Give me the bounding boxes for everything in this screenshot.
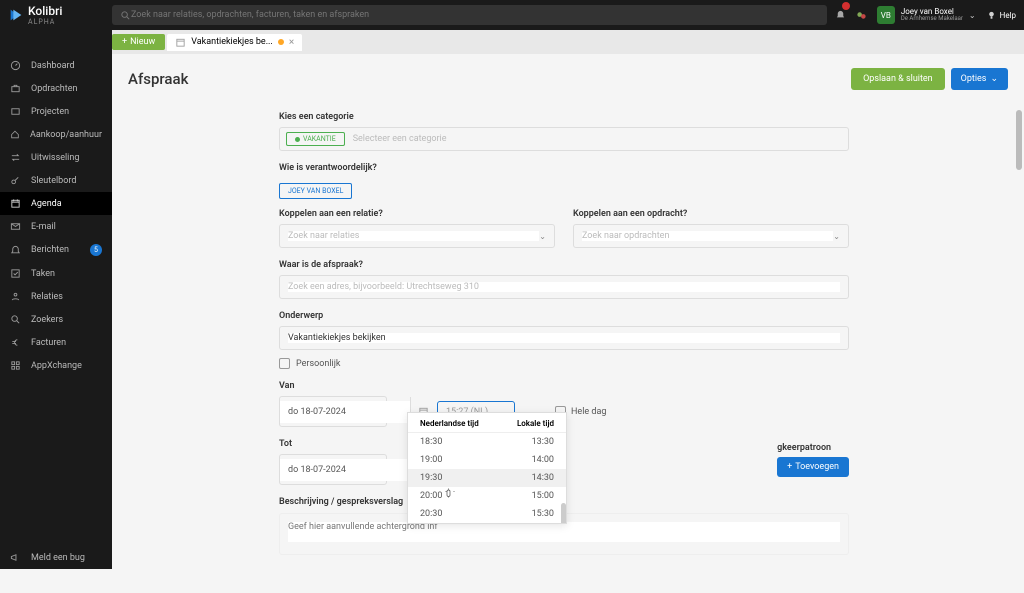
mail-icon bbox=[10, 221, 21, 232]
relatie-input[interactable]: ⌄ bbox=[279, 224, 555, 248]
swap-icon bbox=[10, 152, 21, 163]
close-icon[interactable]: × bbox=[289, 37, 294, 48]
time-option[interactable]: 19:3014:30 bbox=[408, 469, 566, 487]
tab-bar: +Nieuw Vakantiekiekjes be... × bbox=[0, 30, 1024, 54]
unsaved-indicator-icon bbox=[278, 39, 284, 45]
help-link[interactable]: Help bbox=[986, 10, 1016, 21]
where-label: Waar is de afspraak? bbox=[279, 260, 849, 270]
new-tab-button[interactable]: +Nieuw bbox=[112, 34, 165, 50]
chevron-down-icon: ⌄ bbox=[990, 74, 998, 84]
megaphone-icon bbox=[10, 552, 21, 563]
van-label: Van bbox=[279, 381, 849, 391]
notif-badge bbox=[842, 2, 850, 10]
nav-zoekers[interactable]: Zoekers bbox=[0, 308, 112, 331]
notifications-button[interactable] bbox=[835, 6, 846, 25]
chat-icon[interactable] bbox=[856, 10, 867, 21]
global-search[interactable] bbox=[112, 5, 827, 25]
nav-facturen[interactable]: Facturen bbox=[0, 331, 112, 354]
search-icon bbox=[120, 10, 131, 21]
search-input[interactable] bbox=[131, 10, 819, 20]
tot-date-input[interactable] bbox=[279, 454, 387, 485]
nav-dashboard[interactable]: Dashboard bbox=[0, 54, 112, 77]
nav-email[interactable]: E-mail bbox=[0, 215, 112, 238]
grid-icon bbox=[10, 360, 21, 371]
category-placeholder: Selecteer een categorie bbox=[353, 134, 447, 144]
dot-icon bbox=[295, 137, 300, 142]
time-option[interactable]: 20:3015:30 bbox=[408, 505, 566, 523]
folder-icon bbox=[10, 106, 21, 117]
where-input[interactable] bbox=[279, 275, 849, 299]
nav-relaties[interactable]: Relaties bbox=[0, 285, 112, 308]
gauge-icon bbox=[10, 60, 21, 71]
category-label: Kies een categorie bbox=[279, 112, 849, 122]
category-input[interactable]: VAKANTIE Selecteer een categorie bbox=[279, 127, 849, 151]
calendar-icon bbox=[10, 198, 21, 209]
nav-uitwisseling[interactable]: Uitwisseling bbox=[0, 146, 112, 169]
subject-label: Onderwerp bbox=[279, 311, 849, 321]
time-option[interactable]: 18:3013:30 bbox=[408, 433, 566, 451]
header-right: VB Joey van Boxel De Arnhemse Makelaar ⌄… bbox=[835, 6, 1016, 25]
bell-icon bbox=[835, 10, 846, 21]
user-subtitle: De Arnhemse Makelaar bbox=[901, 16, 963, 22]
bell-icon bbox=[10, 245, 21, 256]
nav-report-bug[interactable]: Meld een bug bbox=[0, 546, 112, 569]
relatie-label: Koppelen aan een relatie? bbox=[279, 209, 555, 219]
dd-col1-header: Nederlandse tijd bbox=[420, 419, 479, 428]
logo[interactable]: Kolibri ALPHA bbox=[8, 4, 112, 26]
calendar-icon bbox=[175, 37, 186, 48]
nav-aankoop[interactable]: Aankoop/aanhuur bbox=[0, 123, 112, 146]
main-content: Afspraak Opslaan & sluiten Opties⌄ Kies … bbox=[112, 54, 1024, 593]
time-option[interactable]: 20:0015:00 bbox=[408, 487, 566, 505]
nav-projecten[interactable]: Projecten bbox=[0, 100, 112, 123]
time-dropdown: Nederlandse tijd Lokale tijd 18:3013:30 … bbox=[407, 412, 567, 524]
logo-edition: ALPHA bbox=[28, 18, 62, 26]
user-menu[interactable]: VB Joey van Boxel De Arnhemse Makelaar ⌄ bbox=[877, 6, 976, 24]
users-icon bbox=[10, 291, 21, 302]
save-button[interactable]: Opslaan & sluiten bbox=[851, 68, 945, 90]
nav-taken[interactable]: Taken bbox=[0, 262, 112, 285]
repeat-label: gkeerpatroon bbox=[777, 443, 849, 453]
key-icon bbox=[10, 175, 21, 186]
plus-icon: + bbox=[122, 37, 127, 47]
category-chip[interactable]: VAKANTIE bbox=[286, 132, 345, 146]
search-icon bbox=[10, 314, 21, 325]
checkbox-icon bbox=[279, 358, 290, 369]
avatar: VB bbox=[877, 6, 895, 24]
nav-sleutelbord[interactable]: Sleutelbord bbox=[0, 169, 112, 192]
bulb-icon bbox=[986, 10, 997, 21]
logo-text: Kolibri bbox=[28, 4, 62, 18]
briefcase-icon bbox=[10, 83, 21, 94]
sidebar: Dashboard Opdrachten Projecten Aankoop/a… bbox=[0, 30, 112, 569]
tab-vakantiekiekjes[interactable]: Vakantiekiekjes be... × bbox=[167, 34, 302, 51]
page-header: Afspraak Opslaan & sluiten Opties⌄ bbox=[112, 54, 1024, 100]
page-title: Afspraak bbox=[128, 70, 188, 88]
plus-icon: + bbox=[787, 462, 792, 472]
chevron-down-icon: ⌄ bbox=[969, 11, 976, 20]
responsible-label: Wie is verantwoordelijk? bbox=[279, 163, 849, 173]
options-button[interactable]: Opties⌄ bbox=[951, 68, 1008, 90]
van-date-input[interactable] bbox=[279, 396, 387, 427]
app-header: Kolibri ALPHA VB Joey van Boxel De Arnhe… bbox=[0, 0, 1024, 30]
opdracht-label: Koppelen aan een opdracht? bbox=[573, 209, 849, 219]
check-icon bbox=[10, 268, 21, 279]
scrollbar-thumb[interactable] bbox=[561, 503, 566, 523]
nav-opdrachten[interactable]: Opdrachten bbox=[0, 77, 112, 100]
kolibri-logo-icon bbox=[8, 7, 24, 23]
subject-input[interactable] bbox=[279, 326, 849, 350]
opdracht-input[interactable]: ⌄ bbox=[573, 224, 849, 248]
personal-checkbox[interactable]: Persoonlijk bbox=[279, 358, 849, 369]
nav-berichten[interactable]: Berichten5 bbox=[0, 238, 112, 262]
dd-col2-header: Lokale tijd bbox=[517, 419, 554, 428]
chevron-down-icon: ⌄ bbox=[833, 232, 840, 241]
euro-icon bbox=[10, 337, 21, 348]
house-icon bbox=[10, 129, 20, 140]
time-option[interactable]: 19:0014:00 bbox=[408, 451, 566, 469]
chevron-down-icon: ⌄ bbox=[539, 232, 546, 241]
add-repeat-button[interactable]: +Toevoegen bbox=[777, 457, 849, 477]
berichten-badge: 5 bbox=[90, 244, 102, 256]
nav-agenda[interactable]: Agenda bbox=[0, 192, 112, 215]
nav-appxchange[interactable]: AppXchange bbox=[0, 354, 112, 377]
page-scrollbar[interactable] bbox=[1016, 110, 1022, 170]
